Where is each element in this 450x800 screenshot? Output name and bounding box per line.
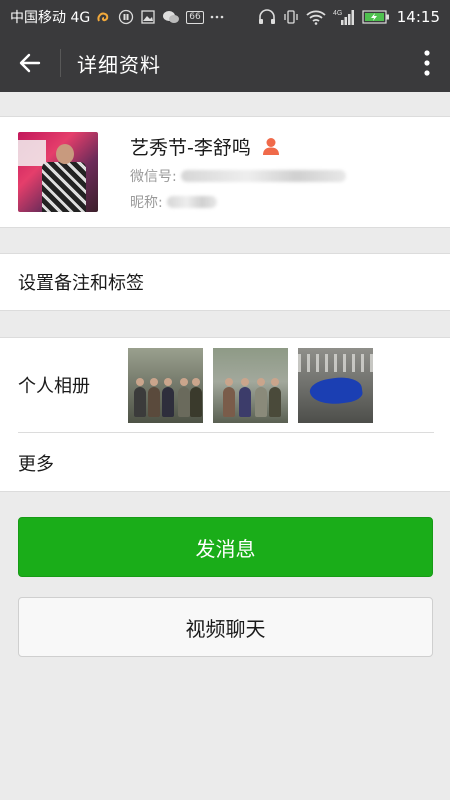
- set-remark-tags-row[interactable]: 设置备注和标签: [0, 253, 450, 311]
- contact-name: 艺秀节-李舒鸣: [130, 136, 251, 159]
- vertical-dots-icon: [424, 50, 430, 76]
- wifi-icon: [306, 9, 326, 25]
- uc-browser-icon: [96, 9, 112, 25]
- badge-icon: 66: [186, 10, 204, 24]
- avatar-figure-head: [56, 144, 74, 164]
- more-options-button[interactable]: [404, 34, 450, 92]
- profile-info: 艺秀节-李舒鸣 微信号: 昵称:: [130, 133, 346, 212]
- back-arrow-icon: [19, 53, 41, 73]
- avatar-figure-body: [42, 162, 86, 212]
- nickname-row: 昵称:: [130, 192, 346, 212]
- photo-person: [162, 377, 174, 417]
- headphones-icon: [258, 9, 276, 25]
- photo-person: [190, 377, 202, 417]
- nickname-redacted: [166, 195, 217, 208]
- more-label: 更多: [18, 454, 54, 475]
- avatar-sign-shape: [18, 140, 46, 166]
- notification-icon: [118, 9, 134, 25]
- network-type-text: 4G: [333, 10, 342, 17]
- avatar[interactable]: [18, 132, 98, 212]
- title-bar: 详细资料: [0, 34, 450, 92]
- clock-text: 14:15: [396, 8, 440, 26]
- album-photo-3[interactable]: [298, 347, 373, 423]
- photo-blue-object: [308, 374, 364, 407]
- photo-person: [255, 377, 267, 417]
- battery-charging-icon: [362, 10, 390, 24]
- photo-person: [223, 377, 235, 417]
- profile-card: 艺秀节-李舒鸣 微信号: 昵称:: [0, 116, 450, 228]
- album-photo-1[interactable]: [128, 347, 203, 423]
- video-chat-label: 视频聊天: [185, 616, 266, 641]
- set-remark-tags-label: 设置备注和标签: [18, 273, 144, 294]
- wechat-id-label: 微信号:: [130, 168, 177, 185]
- nickname-label: 昵称:: [130, 194, 163, 211]
- more-row[interactable]: 更多: [0, 433, 450, 493]
- album-photo-2[interactable]: [213, 347, 288, 423]
- send-message-button[interactable]: 发消息: [18, 517, 433, 577]
- female-person-icon: [261, 136, 281, 156]
- wechat-icon: [162, 9, 180, 25]
- overflow-dots-icon: [210, 14, 224, 20]
- signal-icon: 4G: [333, 9, 355, 25]
- album-more-group: 个人相册 更多: [0, 337, 450, 492]
- photo-person: [239, 377, 251, 417]
- photo-person: [178, 377, 190, 417]
- photo-person: [134, 377, 146, 417]
- video-chat-button[interactable]: 视频聊天: [18, 597, 433, 657]
- status-bar: 中国移动 4G 66 4G 14:15: [0, 0, 450, 34]
- personal-album-row[interactable]: 个人相册: [0, 338, 450, 432]
- wechat-id-row: 微信号:: [130, 166, 346, 186]
- album-thumbnails: [128, 347, 373, 423]
- vibrate-icon: [283, 9, 299, 25]
- photo-person: [269, 377, 281, 417]
- name-row: 艺秀节-李舒鸣: [130, 133, 346, 160]
- page-title: 详细资料: [77, 52, 161, 77]
- gallery-icon: [140, 9, 156, 25]
- title-divider: [60, 49, 61, 77]
- send-message-label: 发消息: [195, 536, 256, 561]
- back-button[interactable]: [0, 34, 60, 92]
- photo-railing: [298, 353, 373, 372]
- photo-person: [148, 377, 160, 417]
- carrier-text: 中国移动 4G: [10, 10, 91, 26]
- wechat-id-redacted: [180, 169, 346, 182]
- personal-album-label: 个人相册: [18, 376, 90, 397]
